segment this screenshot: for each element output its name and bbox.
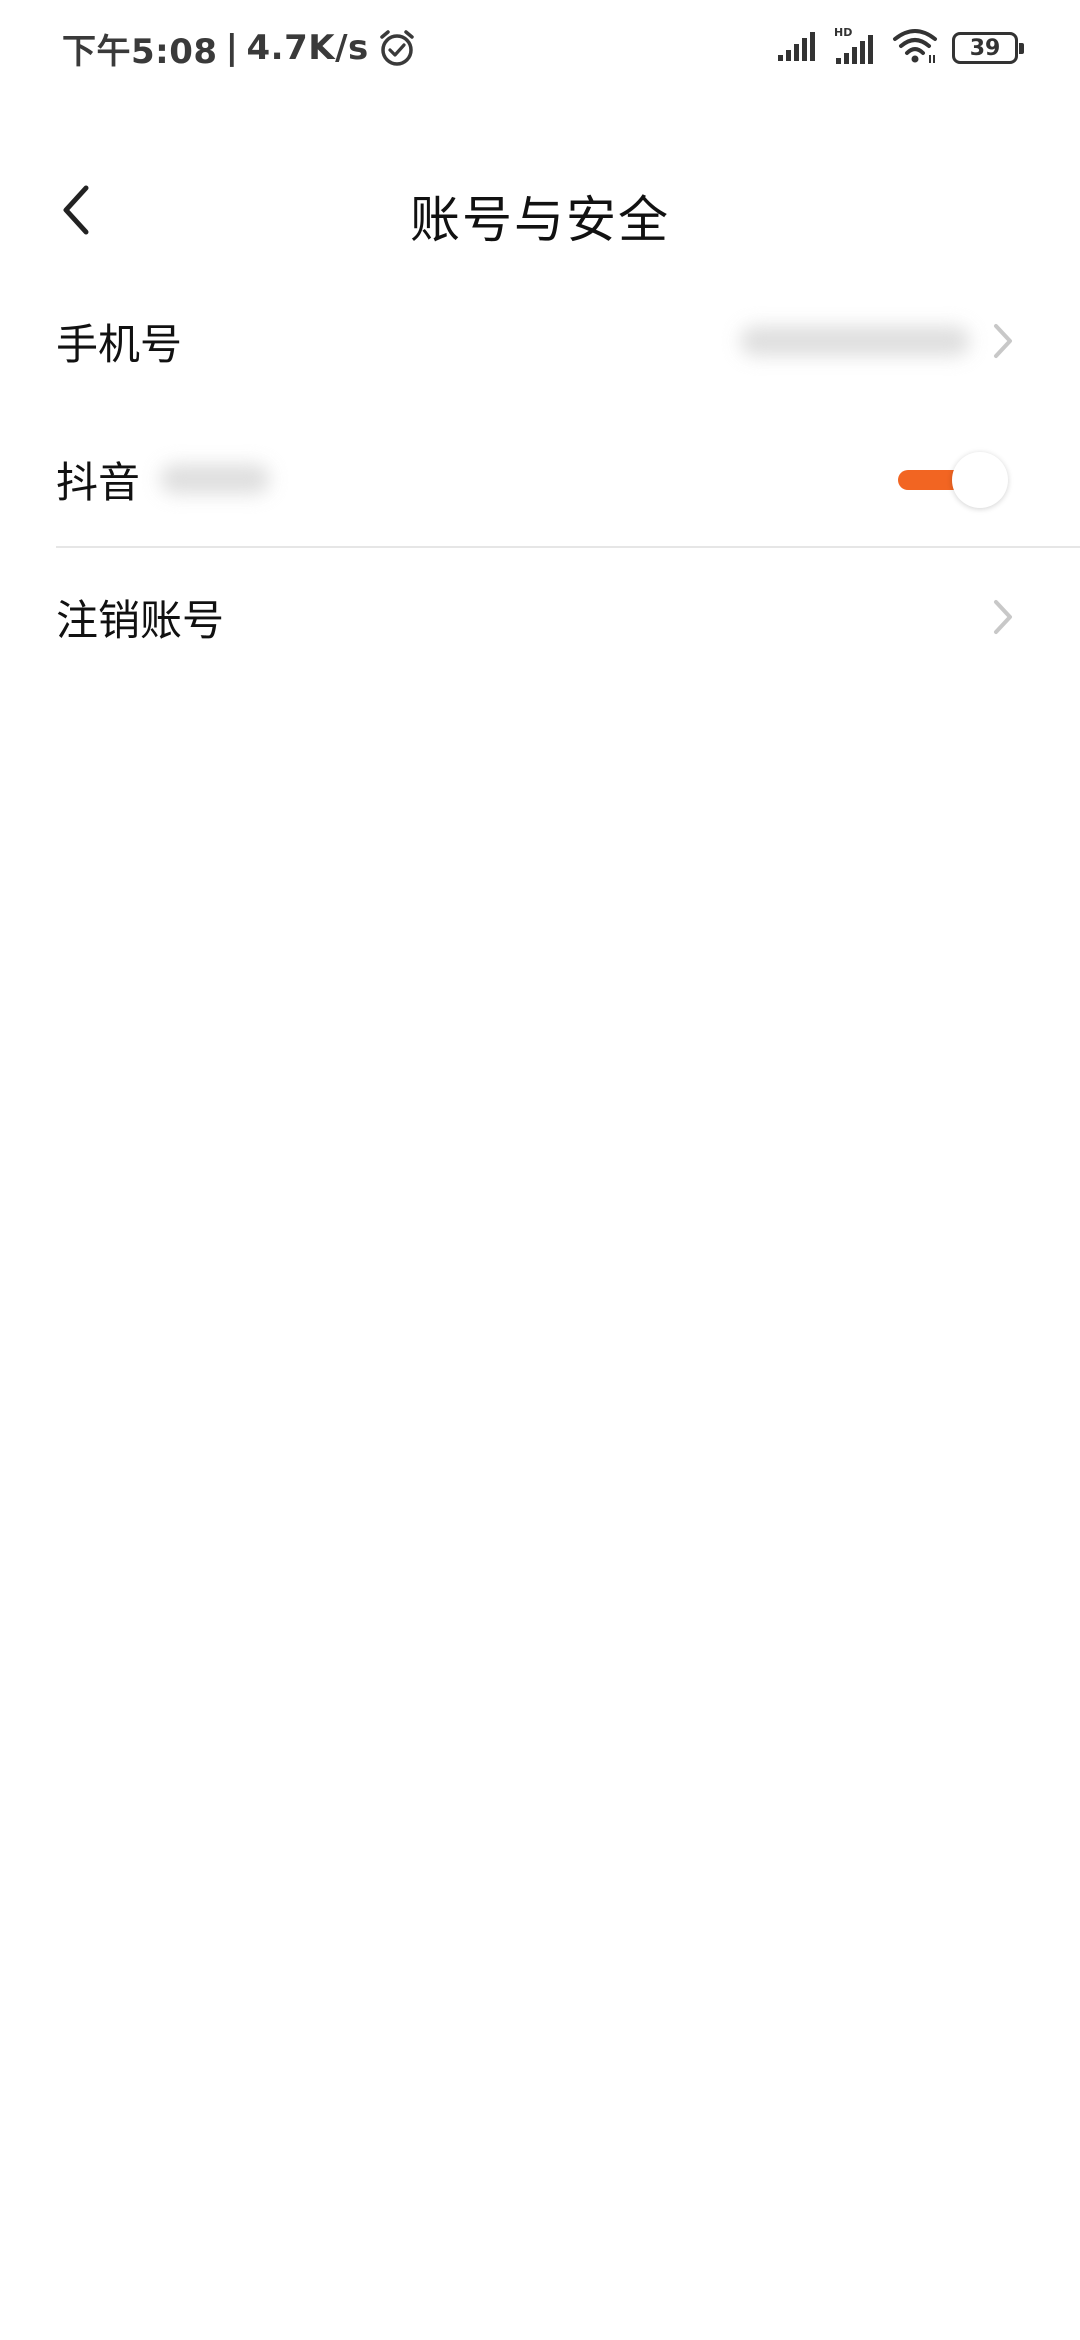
settings-list: 手机号 抖音 注销账号 [0, 272, 1080, 686]
douyin-label: 抖音 [56, 457, 141, 507]
chevron-right-icon [988, 319, 1018, 363]
chevron-right-icon [988, 595, 1018, 639]
status-left: 下午5:08 | 4.7K/s [62, 24, 417, 72]
signal-icon [776, 29, 820, 67]
phone-number-value-redacted [740, 326, 970, 356]
deactivate-account-label: 注销账号 [56, 595, 225, 645]
douyin-account-redacted [160, 464, 270, 494]
page-title: 账号与安全 [410, 191, 670, 249]
douyin-row: 抖音 [0, 410, 1080, 548]
svg-text:HD: HD [834, 26, 852, 39]
network-speed: 4.7K/s [246, 28, 369, 68]
status-right: HD 39 [776, 26, 1024, 70]
status-separator: | [225, 28, 239, 68]
alarm-icon [377, 28, 417, 68]
status-bar: 下午5:08 | 4.7K/s HD 39 [0, 0, 1080, 96]
nav-bar: 账号与安全 [0, 160, 1080, 260]
battery-icon: 39 [952, 32, 1024, 64]
status-time: 下午5:08 [62, 31, 218, 72]
wifi-icon [892, 27, 938, 69]
phone-number-row[interactable]: 手机号 [0, 272, 1080, 410]
hd-signal-icon: HD [834, 26, 878, 70]
douyin-toggle[interactable] [898, 450, 1008, 510]
phone-number-label: 手机号 [56, 319, 183, 369]
toggle-knob [952, 452, 1008, 508]
deactivate-account-row[interactable]: 注销账号 [0, 548, 1080, 686]
battery-level: 39 [969, 35, 1001, 61]
